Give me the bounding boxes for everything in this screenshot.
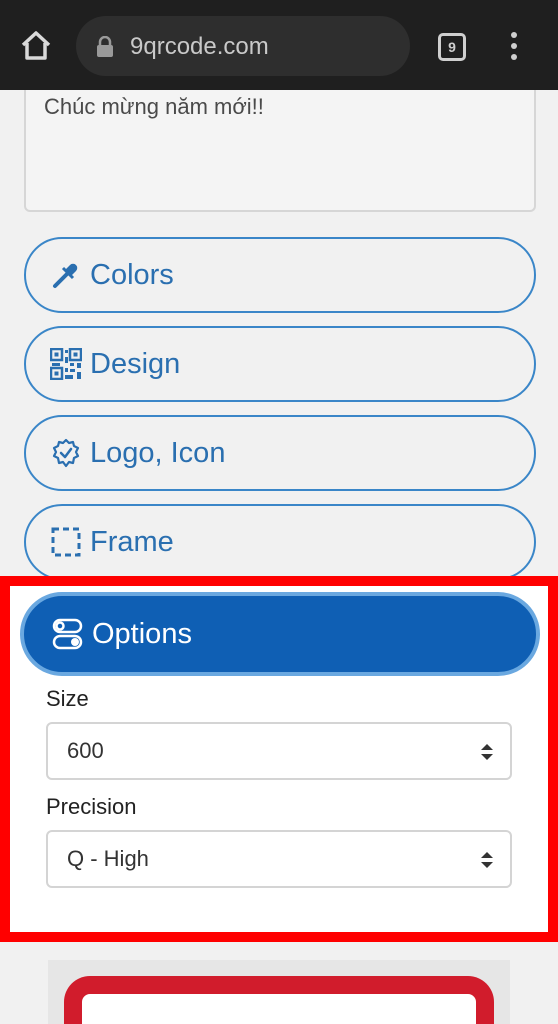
design-label: Design <box>90 347 181 380</box>
browser-toolbar: 9qrcode.com 9 <box>0 0 558 90</box>
eyedropper-icon <box>50 259 82 291</box>
select-arrows-icon <box>480 742 494 762</box>
size-select[interactable]: 600 <box>46 722 512 780</box>
select-arrows-icon <box>480 850 494 870</box>
qr-frame-preview <box>64 976 494 1024</box>
logo-icon-section-button[interactable]: Logo, Icon <box>24 415 536 491</box>
frame-section-button[interactable]: Frame <box>24 504 536 580</box>
logo-icon-label: Logo, Icon <box>90 436 226 469</box>
badge-check-icon <box>50 437 82 469</box>
frame-label: Frame <box>90 525 174 558</box>
page-content: Chúc mừng năm mới!! Colors Design Logo, … <box>0 90 558 1024</box>
size-label: Size <box>46 686 89 711</box>
precision-select[interactable]: Q - High <box>46 830 512 888</box>
home-icon[interactable] <box>18 28 54 64</box>
options-label: Options <box>92 617 192 650</box>
colors-label: Colors <box>90 258 174 291</box>
qr-code-icon <box>50 348 82 380</box>
qr-text-input[interactable]: Chúc mừng năm mới!! <box>24 90 536 212</box>
lock-icon <box>96 35 114 58</box>
design-section-button[interactable]: Design <box>24 326 536 402</box>
address-bar[interactable]: 9qrcode.com <box>76 16 410 76</box>
qr-preview-area <box>48 960 510 1024</box>
options-section-button[interactable]: Options <box>20 592 540 676</box>
precision-label: Precision <box>46 794 137 819</box>
precision-value: Q - High <box>67 846 149 871</box>
url-text: 9qrcode.com <box>130 33 269 60</box>
dashed-frame-icon <box>50 526 82 558</box>
more-menu-icon[interactable] <box>506 32 522 62</box>
options-highlight-box: Options Size 600 Precision Q - High <box>0 576 558 942</box>
tab-switcher-button[interactable]: 9 <box>438 33 466 61</box>
size-value: 600 <box>67 738 104 763</box>
colors-section-button[interactable]: Colors <box>24 237 536 313</box>
toggles-icon <box>52 618 84 650</box>
